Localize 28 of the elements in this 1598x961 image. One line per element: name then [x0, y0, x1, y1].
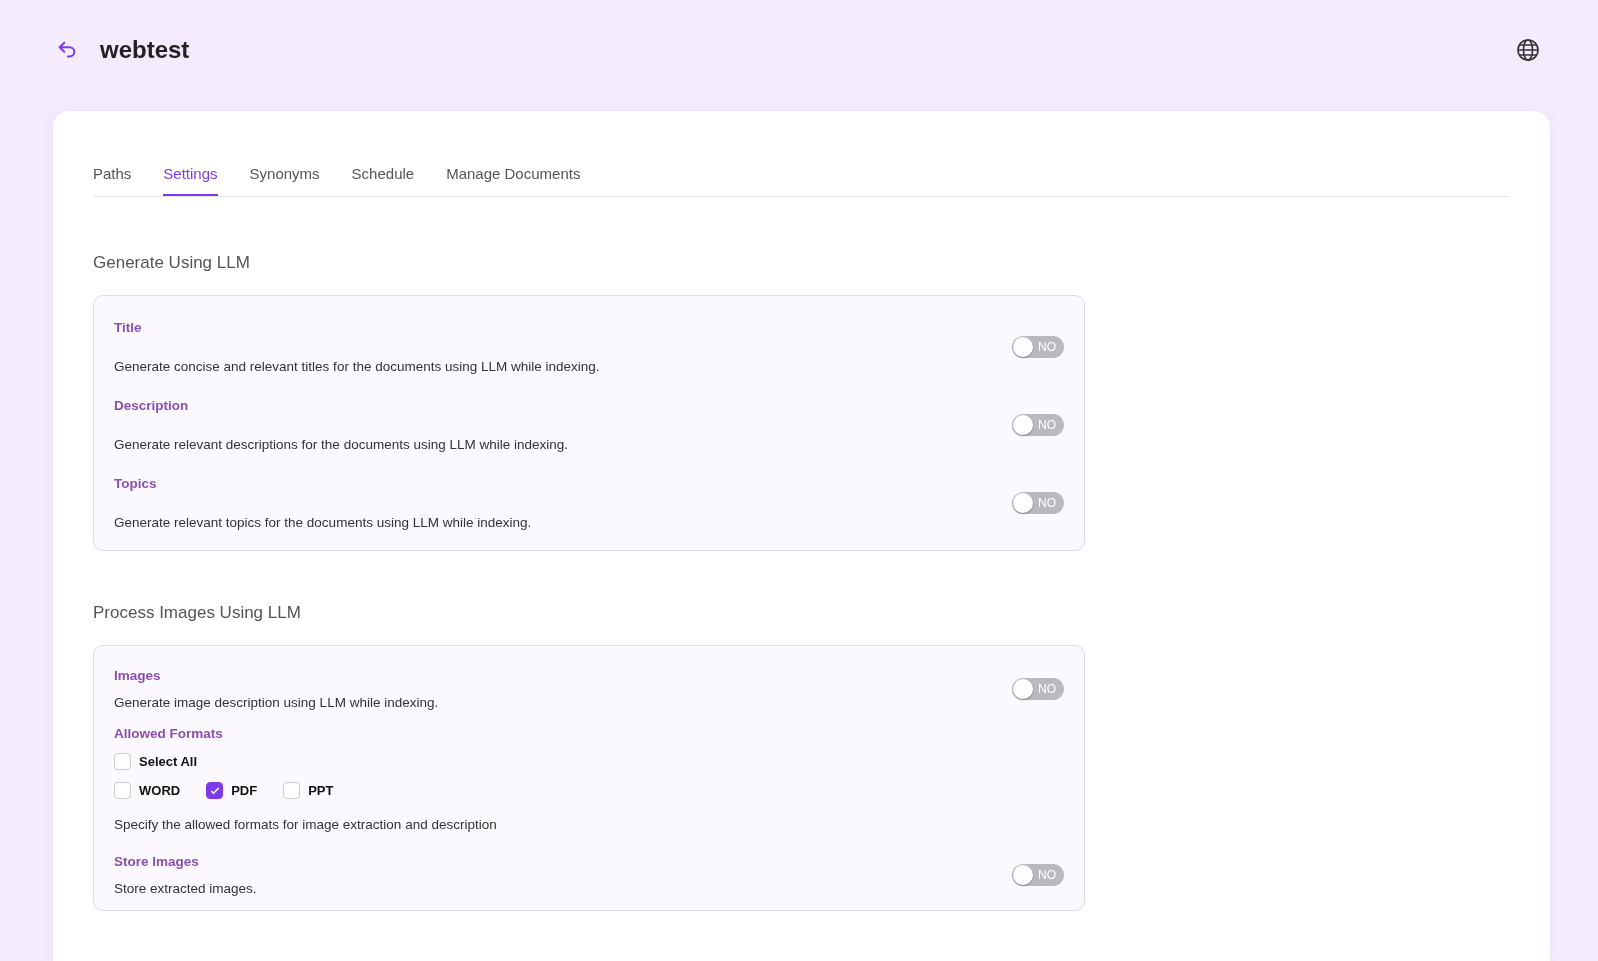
checkbox-label: Select All	[139, 754, 198, 769]
setting-title: Title	[114, 320, 143, 335]
setting-description: Store extracted images.	[114, 881, 257, 896]
language-button[interactable]	[1514, 36, 1542, 64]
setting-description: Specify the allowed formats for image extraction and description	[114, 817, 498, 832]
section-heading: Generate Using LLM	[93, 253, 251, 273]
checkbox-label: PDF	[231, 783, 258, 798]
setting-title: Description	[114, 398, 190, 413]
setting-title: Allowed Formats	[114, 726, 224, 741]
setting-title: Images	[114, 668, 162, 683]
setting-description: Generate relevant topics for the documents using LLM while indexing.	[114, 515, 532, 530]
tab[interactable]: Paths	[93, 155, 132, 196]
tab[interactable]: Schedule	[351, 155, 415, 196]
checkbox-label: PPT	[308, 783, 334, 798]
checkbox[interactable]	[206, 782, 224, 799]
setting-title: Store Images	[114, 854, 200, 869]
tab[interactable]: Settings	[163, 155, 218, 196]
globe-icon	[1516, 38, 1540, 62]
section-heading: Process Images Using LLM	[93, 603, 302, 623]
setting-description: Generate relevant descriptions for the documents using LLM while indexing.	[114, 437, 568, 452]
tab[interactable]: Synonyms	[249, 155, 320, 196]
page-title: webtest	[100, 36, 190, 64]
setting-description: Generate image description using LLM while indexing.	[114, 695, 439, 710]
setting-title: Topics	[114, 476, 158, 491]
checkbox-label: WORD	[139, 783, 181, 798]
tab[interactable]: Manage Documents	[446, 155, 581, 196]
setting-description: Generate concise and relevant titles for the documents using LLM while indexing.	[114, 359, 600, 374]
select-all-checkbox[interactable]: Select All	[114, 753, 198, 770]
